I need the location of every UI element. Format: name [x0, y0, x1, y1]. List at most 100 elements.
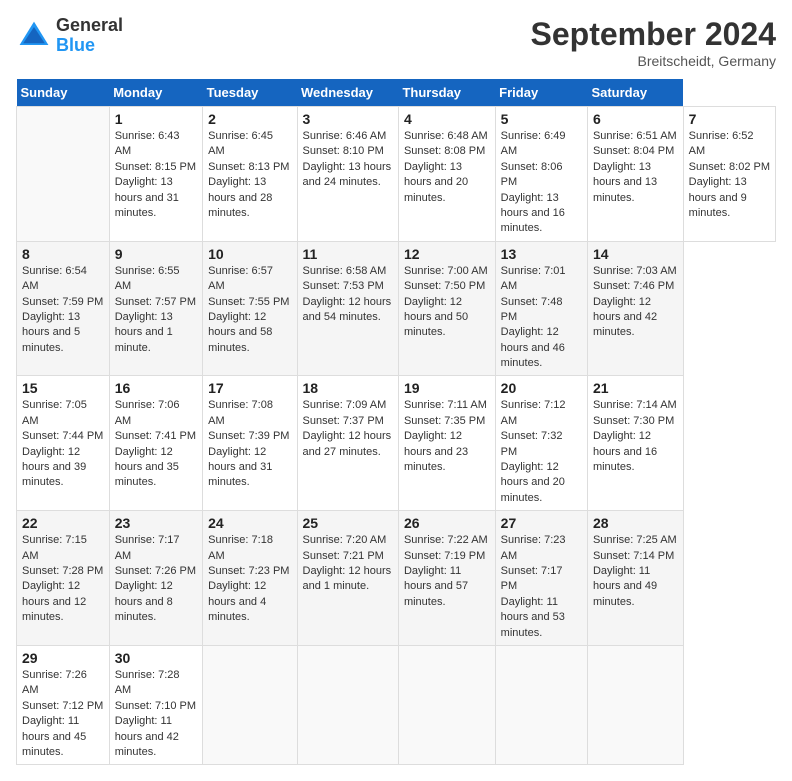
day-number: 27	[501, 515, 582, 531]
day-cell: 19Sunrise: 7:11 AMSunset: 7:35 PMDayligh…	[398, 376, 495, 511]
header-day-saturday: Saturday	[587, 79, 683, 107]
title-block: September 2024 Breitscheidt, Germany	[531, 16, 776, 69]
week-row-4: 22Sunrise: 7:15 AMSunset: 7:28 PMDayligh…	[17, 511, 776, 646]
logo-general-text: General	[56, 16, 123, 36]
day-cell: 20 Sunrise: 7:12 AMSunset: 7:32 PMDayligh…	[495, 376, 587, 511]
day-detail: Sunrise: 6:51 AMSunset: 8:04 PMDaylight:…	[593, 129, 678, 206]
day-cell: 25 Sunrise: 7:20 AMSunset: 7:21 PMDayligh…	[297, 511, 398, 646]
day-cell: 18 Sunrise: 7:09 AMSunset: 7:37 PMDayligh…	[297, 376, 398, 511]
week-row-2: 8 Sunrise: 6:54 AMSunset: 7:59 PMDaylight…	[17, 241, 776, 376]
logo-text: General Blue	[56, 16, 123, 56]
logo-blue-text: Blue	[56, 36, 123, 56]
day-detail: Sunrise: 7:14 AMSunset: 7:30 PMDaylight:…	[593, 398, 678, 475]
day-number: 1	[115, 111, 197, 127]
day-cell: 23Sunrise: 7:17 AMSunset: 7:26 PMDayligh…	[109, 511, 202, 646]
day-cell: 30 Sunrise: 7:28 AMSunset: 7:10 PMDayligh…	[109, 645, 202, 764]
day-detail: Sunrise: 7:05 AMSunset: 7:44 PMDaylight:…	[22, 398, 104, 490]
day-detail: Sunrise: 7:01 AMSunset: 7:48 PMDaylight:…	[501, 264, 582, 372]
day-number: 15	[22, 380, 104, 396]
day-number: 6	[593, 111, 678, 127]
header-row: SundayMondayTuesdayWednesdayThursdayFrid…	[17, 79, 776, 107]
day-number: 18	[303, 380, 393, 396]
day-cell: 1 Sunrise: 6:43 AMSunset: 8:15 PMDaylight…	[109, 107, 202, 242]
day-cell: 12 Sunrise: 7:00 AMSunset: 7:50 PMDayligh…	[398, 241, 495, 376]
day-number: 30	[115, 650, 197, 666]
day-number: 26	[404, 515, 490, 531]
day-number: 28	[593, 515, 678, 531]
day-detail: Sunrise: 7:28 AMSunset: 7:10 PMDaylight:…	[115, 668, 197, 760]
week-row-1: 1 Sunrise: 6:43 AMSunset: 8:15 PMDaylight…	[17, 107, 776, 242]
day-number: 23	[115, 515, 197, 531]
week-row-5: 29Sunrise: 7:26 AMSunset: 7:12 PMDayligh…	[17, 645, 776, 764]
day-cell: 11Sunrise: 6:58 AMSunset: 7:53 PMDayligh…	[297, 241, 398, 376]
day-detail: Sunrise: 6:54 AMSunset: 7:59 PMDaylight:…	[22, 264, 104, 356]
day-detail: Sunrise: 7:22 AMSunset: 7:19 PMDaylight:…	[404, 533, 490, 610]
day-cell: 8 Sunrise: 6:54 AMSunset: 7:59 PMDaylight…	[17, 241, 110, 376]
day-cell	[297, 645, 398, 764]
day-detail: Sunrise: 6:43 AMSunset: 8:15 PMDaylight:…	[115, 129, 197, 221]
day-cell: 22Sunrise: 7:15 AMSunset: 7:28 PMDayligh…	[17, 511, 110, 646]
day-number: 17	[208, 380, 291, 396]
day-detail: Sunrise: 6:48 AMSunset: 8:08 PMDaylight:…	[404, 129, 490, 206]
day-detail: Sunrise: 6:55 AMSunset: 7:57 PMDaylight:…	[115, 264, 197, 356]
day-number: 25	[303, 515, 393, 531]
day-cell: 21Sunrise: 7:14 AMSunset: 7:30 PMDayligh…	[587, 376, 683, 511]
header-day-monday: Monday	[109, 79, 202, 107]
day-detail: Sunrise: 6:45 AMSunset: 8:13 PMDaylight:…	[208, 129, 291, 221]
day-detail: Sunrise: 7:20 AMSunset: 7:21 PMDaylight:…	[303, 533, 393, 595]
day-cell: 6 Sunrise: 6:51 AMSunset: 8:04 PMDaylight…	[587, 107, 683, 242]
day-cell: 10Sunrise: 6:57 AMSunset: 7:55 PMDayligh…	[203, 241, 297, 376]
day-cell: 4 Sunrise: 6:48 AMSunset: 8:08 PMDaylight…	[398, 107, 495, 242]
day-number: 14	[593, 246, 678, 262]
day-cell: 26 Sunrise: 7:22 AMSunset: 7:19 PMDayligh…	[398, 511, 495, 646]
day-cell	[17, 107, 110, 242]
day-cell: 3Sunrise: 6:46 AMSunset: 8:10 PMDaylight…	[297, 107, 398, 242]
day-detail: Sunrise: 7:26 AMSunset: 7:12 PMDaylight:…	[22, 668, 104, 760]
month-title: September 2024	[531, 16, 776, 53]
day-cell	[398, 645, 495, 764]
day-cell: 16Sunrise: 7:06 AMSunset: 7:41 PMDayligh…	[109, 376, 202, 511]
header-day-wednesday: Wednesday	[297, 79, 398, 107]
day-detail: Sunrise: 7:03 AMSunset: 7:46 PMDaylight:…	[593, 264, 678, 341]
logo: General Blue	[16, 16, 123, 56]
day-cell: 27 Sunrise: 7:23 AMSunset: 7:17 PMDayligh…	[495, 511, 587, 646]
day-detail: Sunrise: 7:23 AMSunset: 7:17 PMDaylight:…	[501, 533, 582, 641]
day-detail: Sunrise: 7:09 AMSunset: 7:37 PMDaylight:…	[303, 398, 393, 460]
day-number: 4	[404, 111, 490, 127]
day-detail: Sunrise: 6:58 AMSunset: 7:53 PMDaylight:…	[303, 264, 393, 326]
location-subtitle: Breitscheidt, Germany	[531, 53, 776, 69]
day-number: 5	[501, 111, 582, 127]
day-cell: 28Sunrise: 7:25 AMSunset: 7:14 PMDayligh…	[587, 511, 683, 646]
day-number: 3	[303, 111, 393, 127]
day-cell: 9 Sunrise: 6:55 AMSunset: 7:57 PMDaylight…	[109, 241, 202, 376]
day-detail: Sunrise: 6:57 AMSunset: 7:55 PMDaylight:…	[208, 264, 291, 356]
day-cell: 14 Sunrise: 7:03 AMSunset: 7:46 PMDayligh…	[587, 241, 683, 376]
day-cell: 13Sunrise: 7:01 AMSunset: 7:48 PMDayligh…	[495, 241, 587, 376]
day-number: 20	[501, 380, 582, 396]
day-number: 12	[404, 246, 490, 262]
calendar-table: SundayMondayTuesdayWednesdayThursdayFrid…	[16, 79, 776, 765]
day-number: 2	[208, 111, 291, 127]
day-cell	[495, 645, 587, 764]
day-cell: 2 Sunrise: 6:45 AMSunset: 8:13 PMDaylight…	[203, 107, 297, 242]
day-cell: 24Sunrise: 7:18 AMSunset: 7:23 PMDayligh…	[203, 511, 297, 646]
day-number: 7	[689, 111, 770, 127]
day-cell: 15 Sunrise: 7:05 AMSunset: 7:44 PMDayligh…	[17, 376, 110, 511]
day-cell: 29Sunrise: 7:26 AMSunset: 7:12 PMDayligh…	[17, 645, 110, 764]
day-detail: Sunrise: 7:00 AMSunset: 7:50 PMDaylight:…	[404, 264, 490, 341]
day-number: 8	[22, 246, 104, 262]
day-number: 24	[208, 515, 291, 531]
day-number: 9	[115, 246, 197, 262]
day-detail: Sunrise: 7:11 AMSunset: 7:35 PMDaylight:…	[404, 398, 490, 475]
logo-icon	[16, 18, 52, 54]
day-cell: 7 Sunrise: 6:52 AMSunset: 8:02 PMDaylight…	[683, 107, 775, 242]
day-detail: Sunrise: 6:52 AMSunset: 8:02 PMDaylight:…	[689, 129, 770, 221]
day-detail: Sunrise: 7:06 AMSunset: 7:41 PMDaylight:…	[115, 398, 197, 490]
day-detail: Sunrise: 7:08 AMSunset: 7:39 PMDaylight:…	[208, 398, 291, 490]
day-cell	[587, 645, 683, 764]
header-day-tuesday: Tuesday	[203, 79, 297, 107]
day-detail: Sunrise: 7:12 AMSunset: 7:32 PMDaylight:…	[501, 398, 582, 506]
header-day-friday: Friday	[495, 79, 587, 107]
day-cell: 5Sunrise: 6:49 AMSunset: 8:06 PMDaylight…	[495, 107, 587, 242]
page-header: General Blue September 2024 Breitscheidt…	[16, 16, 776, 69]
